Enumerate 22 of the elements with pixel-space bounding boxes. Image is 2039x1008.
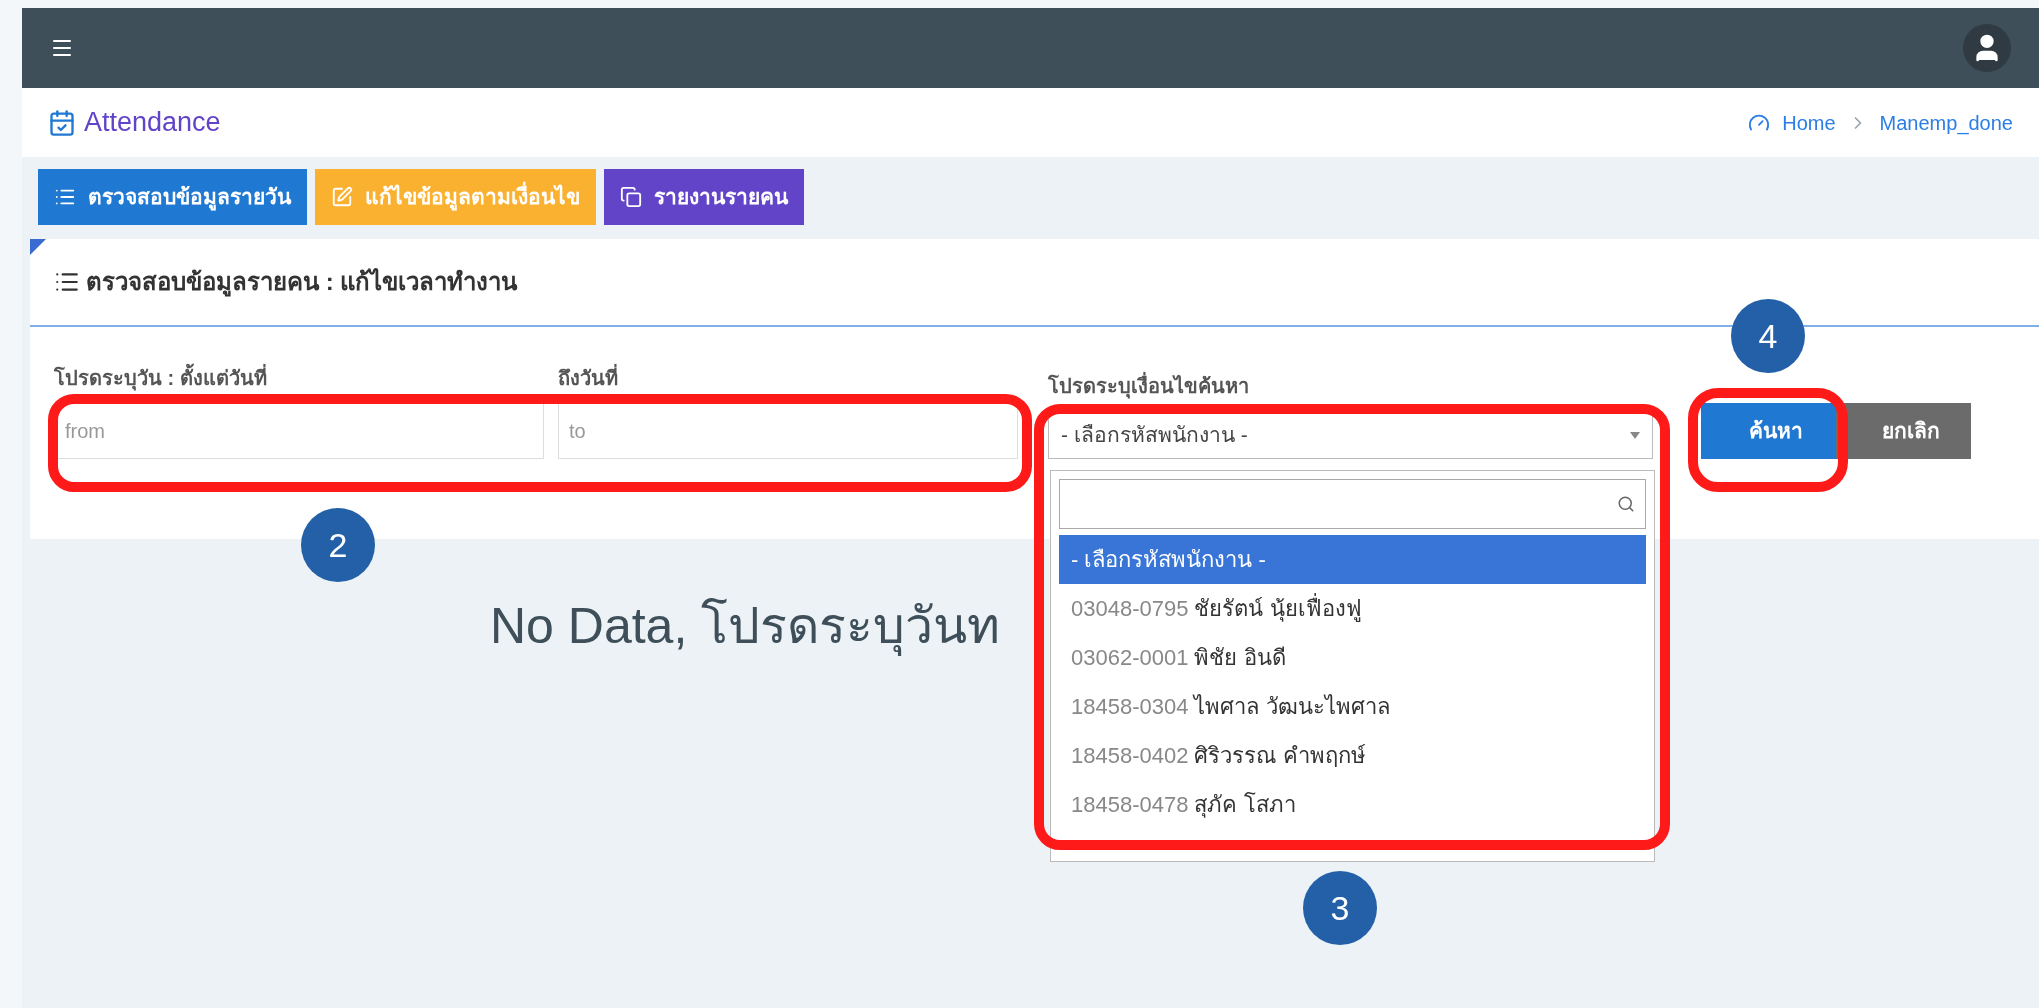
breadcrumb-link[interactable]: Manemp_done	[1879, 107, 2013, 138]
copy-icon	[620, 186, 642, 208]
calendar-check-icon	[48, 108, 76, 137]
nav-tab[interactable]: ตรวจสอบข้อมูลรายวัน	[38, 169, 307, 225]
user-avatar[interactable]	[1963, 24, 2011, 72]
corner-mark-icon	[30, 239, 46, 255]
no-data-message: No Data, โปรดระบุวันท	[490, 598, 1001, 654]
edit-icon	[331, 186, 353, 208]
field-label: ถึงวันที่	[558, 363, 1018, 393]
breadcrumb-link[interactable]: Home	[1782, 107, 1836, 138]
nav-tab[interactable]: รายงานรายคน	[604, 169, 804, 225]
search-button[interactable]: ค้นหา	[1701, 403, 1836, 459]
field-label: โปรดระบุวัน : ตั้งแต่วันที่	[54, 363, 544, 393]
page-title: Attendance	[84, 106, 221, 140]
field-label: โปรดระบุเงื่อนไขค้นหา	[1048, 371, 1653, 401]
cancel-button[interactable]: ยกเลิก	[1836, 403, 1971, 459]
search-icon	[1617, 495, 1635, 513]
dropdown-search-field[interactable]	[1059, 479, 1646, 529]
card-title: ตรวจสอบข้อมูลรายคน : แก้ไขเวลาทำงาน	[86, 267, 518, 299]
dropdown-option[interactable]: - เลือกรหัสพนักงาน -	[1059, 535, 1646, 584]
caret-icon	[1630, 431, 1640, 439]
date-field[interactable]: to	[558, 403, 1018, 459]
